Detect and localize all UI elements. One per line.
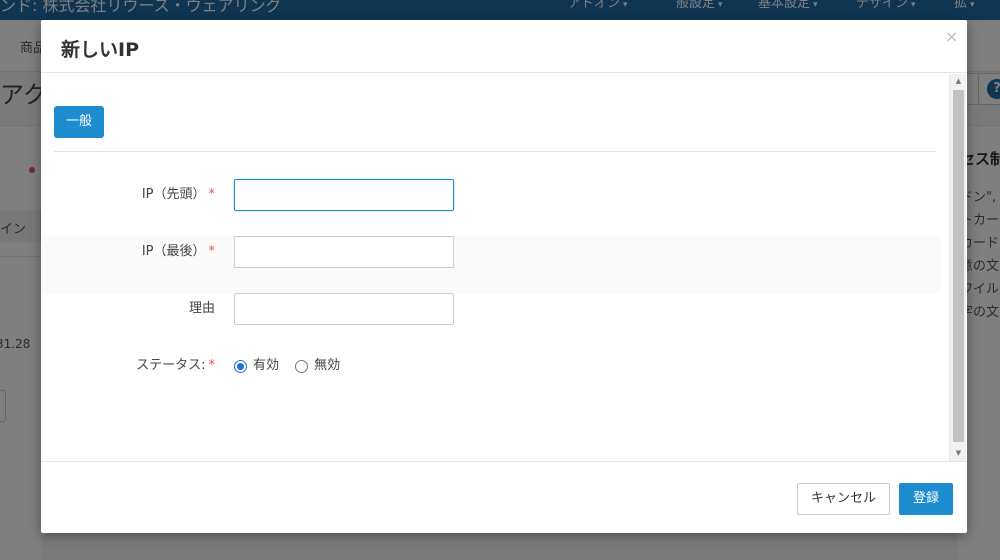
scrollbar-thumb[interactable] (953, 90, 964, 442)
dialog-footer: キャンセル 登録 (41, 461, 967, 533)
vertical-scrollbar[interactable]: ▲ ▼ (949, 74, 966, 461)
field-label-status: ステータス: * (136, 358, 216, 373)
close-icon[interactable]: × (945, 27, 958, 46)
status-active-label[interactable]: 有効 (253, 358, 279, 373)
ip-end-input[interactable] (234, 236, 454, 268)
status-inactive-label[interactable]: 無効 (314, 358, 340, 373)
cancel-button[interactable]: キャンセル (797, 483, 890, 515)
status-radio-group: 有効 無効 (234, 350, 352, 382)
tab-general[interactable]: 一般 (54, 106, 105, 138)
dialog-title: 新しいIP (61, 39, 139, 61)
dialog-header: 新しいIP × (41, 20, 967, 73)
save-button[interactable]: 登録 (899, 483, 953, 515)
dialog-body: 一般 IP（先頭） * IP（最後） * 理由 ステータス: * 有効 無効 ▲ ▼ (41, 74, 967, 461)
field-label-reason: 理由 (188, 301, 215, 316)
tab-divider (54, 151, 936, 152)
scroll-up-icon[interactable]: ▲ (950, 74, 967, 88)
field-label-ip-end: IP（最後） * (141, 244, 216, 259)
new-ip-dialog: 新しいIP × 一般 IP（先頭） * IP（最後） * 理由 ステータス: * 有効… (41, 20, 967, 533)
required-mark: * (208, 187, 216, 202)
status-active-radio[interactable] (234, 359, 247, 373)
form-row-ip-end: IP（最後） * (41, 236, 941, 293)
form-row-reason: 理由 (41, 293, 941, 350)
status-inactive-radio[interactable] (295, 359, 309, 373)
scroll-down-icon[interactable]: ▼ (950, 446, 967, 460)
reason-input[interactable] (234, 293, 454, 325)
ip-start-input[interactable] (234, 179, 454, 211)
form-row-status: ステータス: * 有効 無効 (41, 350, 941, 407)
form-row-ip-start: IP（先頭） * (41, 179, 941, 236)
field-label-ip-start: IP（先頭） * (141, 187, 216, 202)
required-mark: * (208, 358, 216, 373)
required-mark: * (208, 244, 216, 259)
